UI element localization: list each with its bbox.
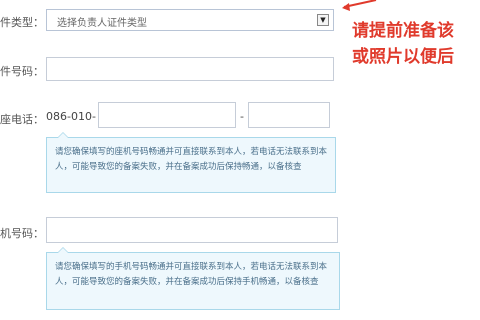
annotation-arrow xyxy=(342,0,377,11)
cert-number-input[interactable] xyxy=(46,57,334,81)
cert-type-select[interactable]: 选择负责人证件类型 ▼ xyxy=(46,9,334,31)
landline-label: 座电话： xyxy=(0,113,44,126)
cert-number-label: 件号码： xyxy=(0,65,44,78)
cert-type-select-value: 选择负责人证件类型 xyxy=(57,18,147,29)
landline-number-input[interactable] xyxy=(98,102,236,128)
landline-prefix: 086-010- xyxy=(46,110,96,123)
cert-type-label: 件类型： xyxy=(0,16,44,29)
annotation-line-1: 请提前准备该 xyxy=(352,21,454,41)
annotation-line-2: 或照片以便后 xyxy=(352,47,454,67)
mobile-tip-text: 请您确保填写的手机号码畅通并可直接联系到本人，若电话无法联系到本人，可能导致您的… xyxy=(55,262,328,287)
landline-tip-text: 请您确保填写的座机号码畅通并可直接联系到本人，若电话无法联系到本人，可能导致您的… xyxy=(55,147,328,172)
mobile-number-input[interactable] xyxy=(46,217,338,243)
landline-tip-box: 请您确保填写的座机号码畅通并可直接联系到本人，若电话无法联系到本人，可能导致您的… xyxy=(46,132,336,193)
landline-extension-input[interactable] xyxy=(248,102,330,128)
mobile-label: 机号码： xyxy=(0,227,44,240)
tip-notch-inner xyxy=(58,248,68,253)
mobile-tip-box: 请您确保填写的手机号码畅通并可直接联系到本人，若电话无法联系到本人，可能导致您的… xyxy=(46,247,340,310)
tip-notch-inner xyxy=(58,133,68,138)
dropdown-arrow-icon[interactable]: ▼ xyxy=(317,14,329,26)
landline-dash: - xyxy=(240,110,244,123)
